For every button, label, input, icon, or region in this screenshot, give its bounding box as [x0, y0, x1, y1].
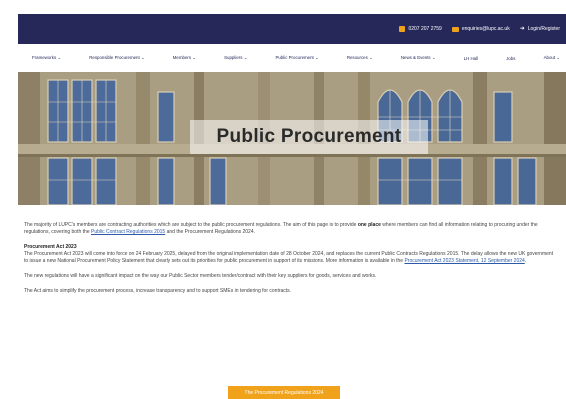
nav-item-lh-hall[interactable]: LH Hall [464, 56, 478, 61]
phone-link[interactable]: 0207 207 2759 [399, 26, 442, 32]
intro-text-1: The majority of LUPC's members are contr… [24, 222, 358, 228]
mail-icon [451, 26, 459, 32]
nav-item-responsible-procurement[interactable]: Responsible Procurement ⌄ [89, 55, 144, 61]
nav-item-members[interactable]: Members ⌄ [173, 55, 196, 61]
intro-paragraph: The majority of LUPC's members are contr… [24, 222, 554, 236]
phone-number: 0207 207 2759 [408, 26, 442, 32]
login-label: Login/Register [527, 26, 560, 32]
top-bar: 0207 207 2759 enquiries@lupc.ac.uk ➜ Log… [18, 14, 566, 44]
act-statement-link[interactable]: Procurement Act 2023 Statement, 12 Septe… [404, 258, 524, 264]
aims-paragraph: The Act aims to simplify the procurement… [24, 288, 292, 294]
nav-item-suppliers[interactable]: Suppliers ⌄ [224, 55, 247, 61]
nav-item-resources[interactable]: Resources ⌄ [347, 55, 373, 61]
act-paragraph: The Procurement Act 2023 will come into … [24, 251, 554, 265]
main-content: The majority of LUPC's members are contr… [24, 222, 554, 303]
login-icon: ➜ [519, 26, 525, 32]
nav-item-jobs[interactable]: Jobs [506, 56, 515, 61]
impact-paragraph: The new regulations will have a signific… [24, 273, 377, 279]
hero-title: Public Procurement [190, 120, 428, 154]
intro-text-3: and the Procurement Regulations 2024. [165, 229, 255, 235]
act-text-2: . [524, 258, 527, 264]
login-link[interactable]: ➜ Login/Register [520, 26, 560, 32]
email-address: enquiries@lupc.ac.uk [461, 26, 510, 32]
nav-item-about[interactable]: About ⌄ [544, 55, 560, 61]
intro-bold: one place [357, 222, 381, 228]
nav-item-public-procurement[interactable]: Public Procurement ⌄ [275, 55, 318, 61]
procurement-regulations-button[interactable]: The Procurement Regulations 2024 [228, 386, 340, 399]
nav-item-frameworks[interactable]: Frameworks ⌄ [32, 55, 61, 61]
pcr-2015-link[interactable]: Public Contract Regulations 2015 [91, 229, 165, 235]
main-nav: Frameworks ⌄ Responsible Procurement ⌄ M… [18, 44, 566, 72]
nav-item-news-events[interactable]: News & Events ⌄ [401, 55, 436, 61]
email-link[interactable]: enquiries@lupc.ac.uk [451, 26, 510, 32]
act-heading: Procurement Act 2023 [24, 244, 77, 250]
hero-banner: Public Procurement [18, 72, 566, 205]
phone-icon [399, 26, 406, 32]
